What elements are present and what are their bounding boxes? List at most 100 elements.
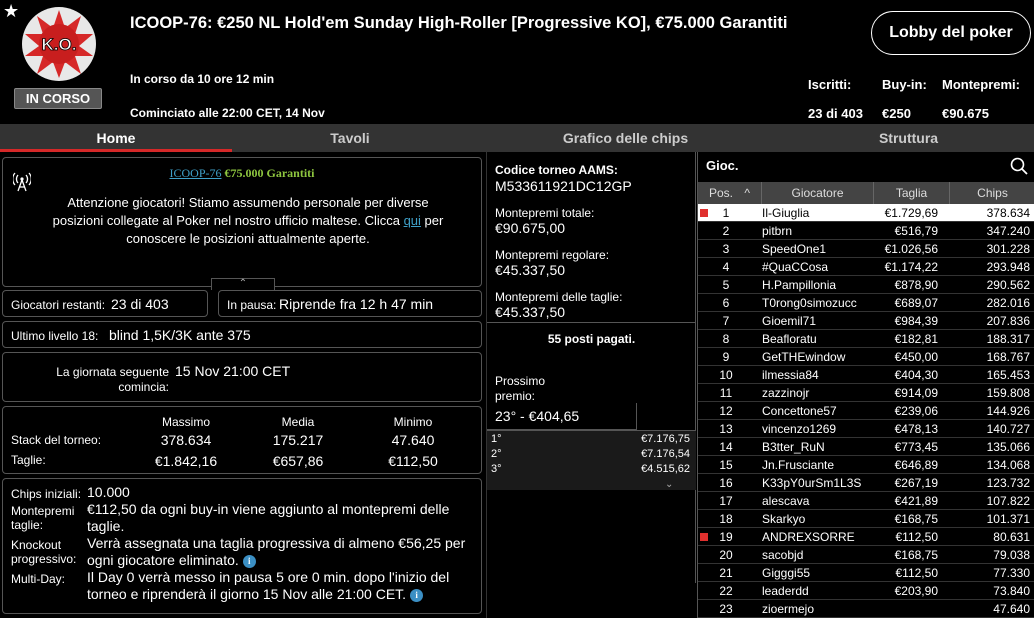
table-row[interactable]: 10 ilmessia84 €404,30 165.453: [698, 366, 1034, 384]
player-position: 9: [722, 350, 730, 364]
bounty-prize-value: €45.337,50: [495, 304, 566, 320]
tab-home[interactable]: Home: [0, 124, 232, 152]
player-bounty: €450,00: [894, 350, 938, 364]
table-row[interactable]: 2 pitbrn €516,79 347.240: [698, 222, 1034, 240]
table-row[interactable]: 12 Concettone57 €239,06 144.926: [698, 402, 1034, 420]
info-icon[interactable]: i: [410, 588, 424, 602]
bounty-pool-value: €112,50 da ogni buy-in viene aggiunto al…: [87, 501, 450, 534]
col-header-player[interactable]: Giocatore: [762, 182, 874, 204]
announcement-title-link[interactable]: ICOOP-76: [169, 166, 221, 180]
prizepool-value: €90.675: [942, 106, 989, 121]
tab-tables[interactable]: Tavoli: [232, 124, 468, 152]
table-row[interactable]: 14 B3tter_RuN €773,45 135.066: [698, 438, 1034, 456]
table-row[interactable]: 20 sacobjd €168,75 79.038: [698, 546, 1034, 564]
announcement-title-guarantee: €75.000 Garantiti: [224, 166, 315, 180]
table-row[interactable]: 17 alescava €421,89 107.822: [698, 492, 1034, 510]
tab-chip-graph[interactable]: Grafico delle chips: [468, 124, 783, 152]
player-name: ilmessia84: [762, 368, 819, 382]
payout-value: €7.176,54: [641, 448, 690, 460]
player-bounty: €646,89: [894, 458, 938, 472]
prizepool-label: Montepremi:: [942, 77, 1020, 92]
player-position: 6: [722, 296, 730, 310]
players-table-header: Pos. ^ Giocatore Taglia Chips: [698, 182, 1034, 204]
collapse-chevron-icon[interactable]: ⌃: [211, 278, 275, 290]
table-row[interactable]: 23 zioermejo 47.640: [698, 600, 1034, 618]
announcement-link[interactable]: qui: [404, 213, 421, 228]
announcement-panel: ICOOP-76 €75.000 Garantiti Attenzione gi…: [2, 157, 482, 290]
progressive-ko-value: Verrà assegnata una taglia progressiva d…: [87, 535, 477, 569]
total-prize-value: €90.675,00: [495, 220, 566, 236]
table-row[interactable]: 6 T0rong0simozucc €689,07 282.016: [698, 294, 1034, 312]
stats-header-max: Massimo: [161, 415, 210, 429]
player-chips: 80.631: [993, 530, 1030, 544]
col-header-bounty[interactable]: Taglia: [874, 182, 950, 204]
announcement-text-start: Attenzione giocatori! Stiamo assumendo p…: [52, 195, 429, 228]
payout-position: 3°: [491, 463, 502, 475]
table-row[interactable]: 18 Skarkyo €168,75 101.371: [698, 510, 1034, 528]
last-level-label: Ultimo livello 18:: [11, 329, 99, 343]
table-row[interactable]: 22 leaderdd €203,90 73.840: [698, 582, 1034, 600]
players-remaining-label: Giocatori restanti:: [11, 298, 106, 312]
next-day-label: La giornata seguente comincia:: [56, 365, 169, 394]
player-position: 13: [719, 422, 733, 436]
payout-list[interactable]: 1° €7.176,75 2° €7.176,54 3° €4.515,62 ⌄: [487, 430, 696, 490]
table-row[interactable]: 5 H.Pampillonia €878,90 290.562: [698, 276, 1034, 294]
player-position: 1: [722, 206, 730, 220]
status-badge: IN CORSO: [14, 88, 102, 109]
table-row[interactable]: 16 K33pY0urSm1L3S €267,19 123.732: [698, 474, 1034, 492]
player-chips: 282.016: [986, 296, 1030, 310]
player-position: 18: [719, 512, 733, 526]
table-row[interactable]: 11 zazzinojr €914,09 159.808: [698, 384, 1034, 402]
buyin-label: Buy-in:: [882, 77, 927, 92]
logo-text: K.O.: [42, 35, 77, 54]
sort-asc-icon: ^: [744, 186, 750, 200]
player-name: vincenzo1269: [762, 422, 837, 436]
registered-label: Iscritti:: [808, 77, 852, 92]
lobby-button[interactable]: Lobby del poker: [871, 11, 1031, 55]
player-chips: 378.634: [986, 206, 1030, 220]
table-row[interactable]: 19 ANDREXSORRE €112,50 80.631: [698, 528, 1034, 546]
player-position: 2: [722, 224, 730, 238]
table-row[interactable]: 15 Jn.Frusciante €646,89 134.068: [698, 456, 1034, 474]
paused-label: In pausa:: [227, 298, 277, 312]
chevron-down-icon[interactable]: ⌄: [665, 479, 673, 490]
table-row[interactable]: 4 #QuaCCosa €1.174,22 293.948: [698, 258, 1034, 276]
player-bounty: €773,45: [894, 440, 938, 454]
table-row[interactable]: 9 GetTHEwindow €450,00 168.767: [698, 348, 1034, 366]
player-chips: 77.330: [993, 566, 1030, 580]
info-icon[interactable]: i: [242, 554, 256, 568]
player-name: Concettone57: [762, 404, 837, 418]
player-name: GetTHEwindow: [762, 350, 846, 364]
player-chips: 140.727: [986, 422, 1030, 436]
table-row[interactable]: 21 Gigggi55 €112,50 77.330: [698, 564, 1034, 582]
table-row[interactable]: 8 Beafloratu €182,81 188.317: [698, 330, 1034, 348]
red-flag-icon: [700, 533, 708, 541]
player-position: 15: [719, 458, 733, 472]
payout-position: 2°: [491, 448, 502, 460]
player-chips: 159.808: [986, 386, 1030, 400]
table-row[interactable]: 1 Il-Giuglia €1.729,69 378.634: [698, 204, 1034, 222]
player-chips: 101.371: [986, 512, 1030, 526]
favorite-star-icon[interactable]: ★: [3, 1, 19, 22]
running-since: In corso da 10 ore 12 min: [130, 72, 275, 86]
player-bounty: €168,75: [894, 548, 938, 562]
player-bounty: €1.174,22: [884, 260, 938, 274]
stats-bounty-max: €1.842,16: [154, 453, 218, 469]
table-row[interactable]: 7 Gioemil71 €984,39 207.836: [698, 312, 1034, 330]
stats-stack-avg: 175.217: [272, 432, 324, 448]
table-row[interactable]: 3 SpeedOne1 €1.026,56 301.228: [698, 240, 1034, 258]
table-row[interactable]: 13 vincenzo1269 €478,13 140.727: [698, 420, 1034, 438]
players-panel-title: Gioc.: [706, 158, 739, 173]
aams-code-label: Codice torneo AAMS:: [495, 163, 618, 177]
next-prize-label: Prossimo premio:: [495, 374, 546, 403]
search-icon[interactable]: [1010, 157, 1028, 175]
tab-structure[interactable]: Struttura: [783, 124, 1034, 152]
regular-prize-value: €45.337,50: [495, 262, 566, 278]
player-name: SpeedOne1: [762, 242, 827, 256]
player-bounty: €239,06: [894, 404, 938, 418]
paused-box: In pausa: Riprende fra 12 h 47 min: [218, 290, 482, 317]
col-header-chips[interactable]: Chips: [950, 182, 1034, 204]
stats-bounty-avg: €657,86: [272, 453, 324, 469]
player-name: Il-Giuglia: [762, 206, 810, 220]
col-header-position[interactable]: Pos. ^: [698, 182, 762, 204]
